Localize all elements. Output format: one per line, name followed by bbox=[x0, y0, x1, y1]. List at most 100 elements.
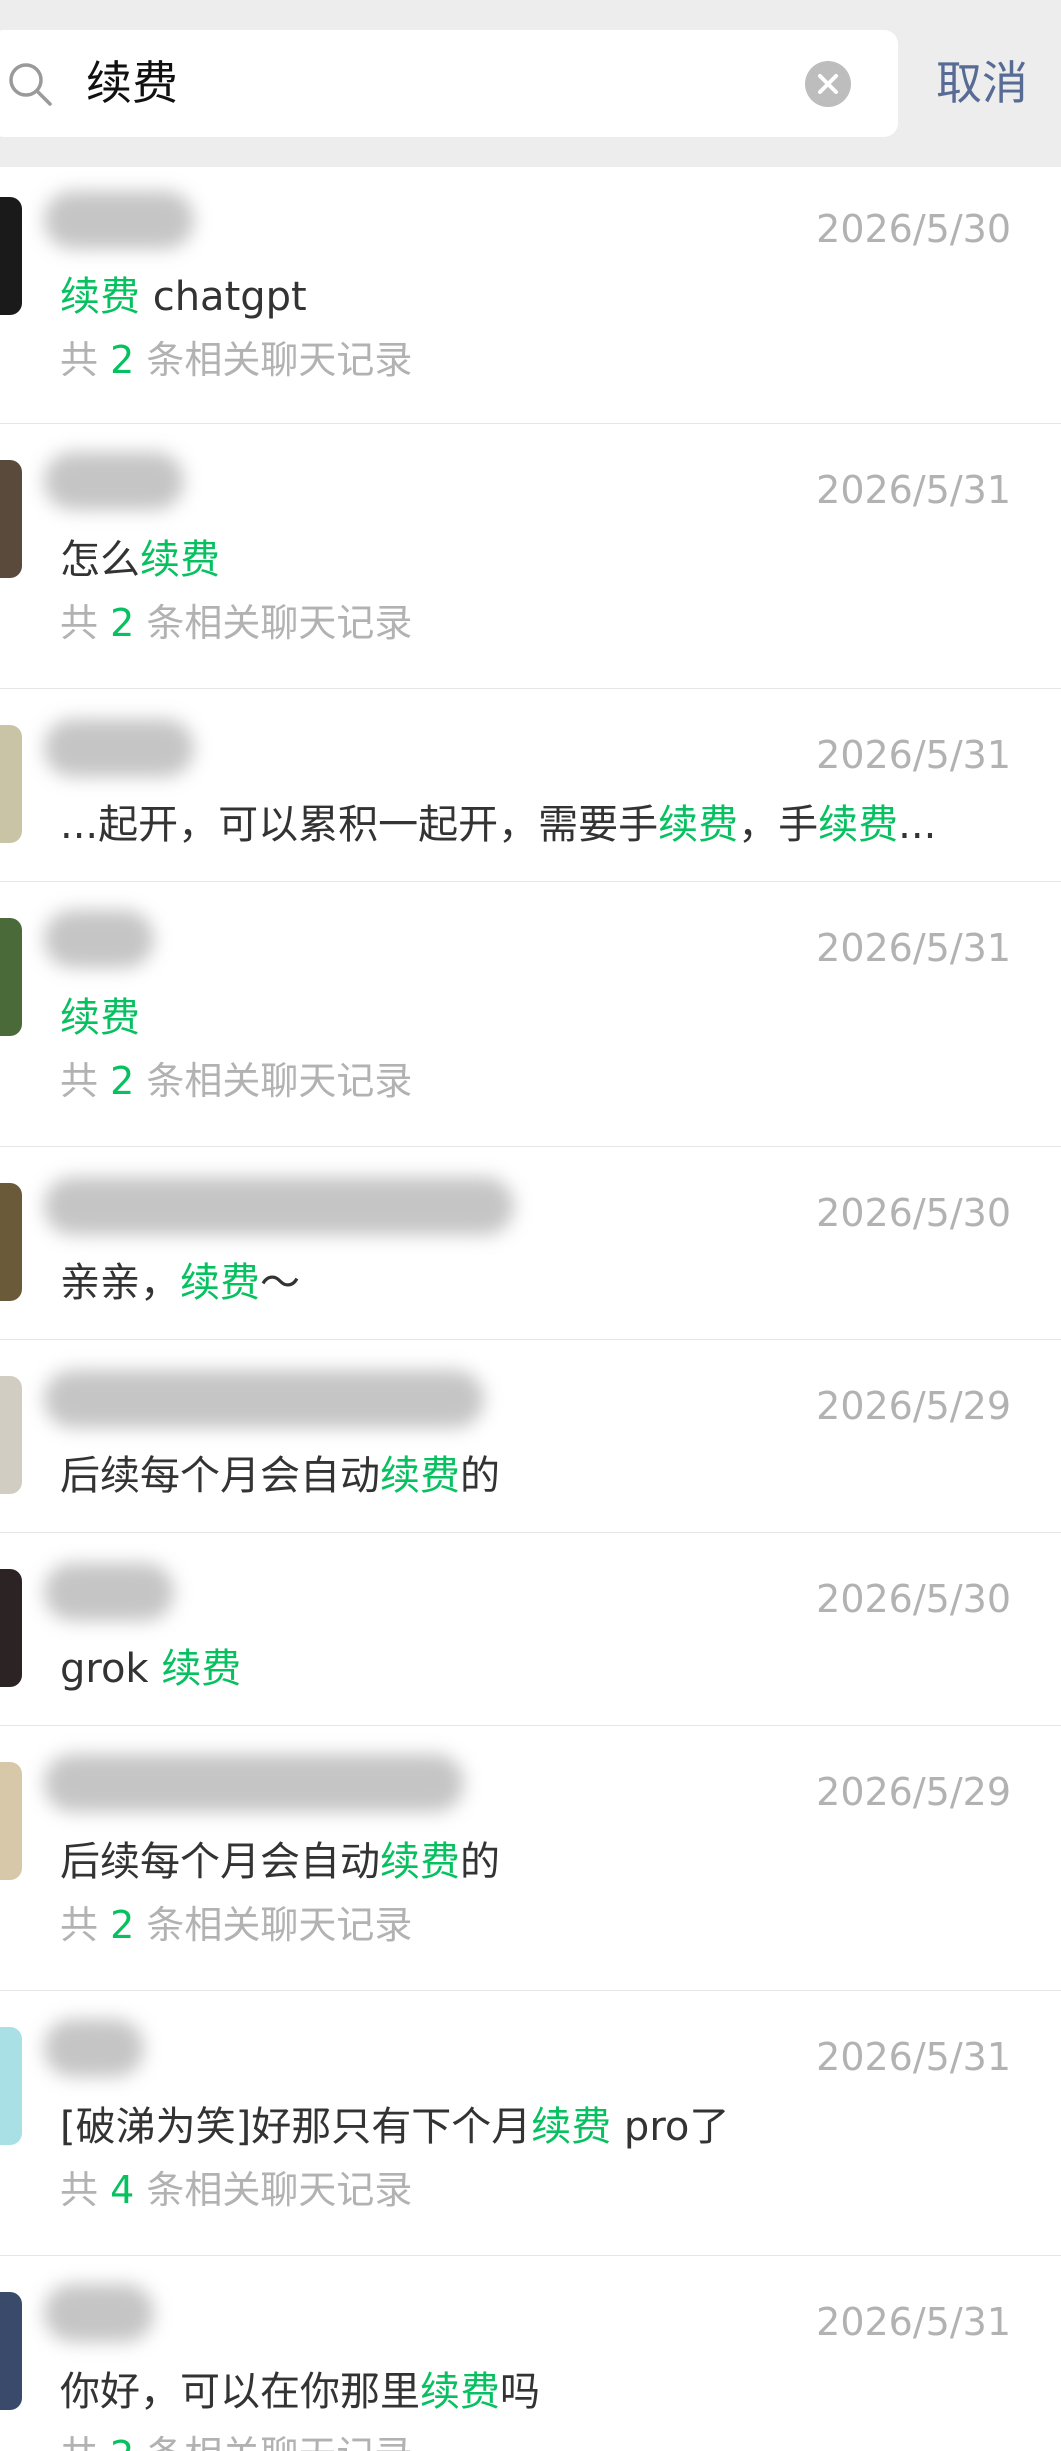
snippet-text: grok bbox=[60, 1646, 162, 1692]
count-suffix: 条相关聊天记录 bbox=[134, 1903, 413, 1947]
avatar bbox=[0, 1569, 22, 1687]
snippet-text: chatgpt bbox=[140, 274, 307, 320]
result-item[interactable]: 2026/5/29 后续每个月会自动续费的 共 2 条相关聊天记录 bbox=[0, 1726, 1061, 1991]
highlight-text: 续费 bbox=[60, 995, 140, 1041]
highlight-text: 续费 bbox=[140, 537, 220, 583]
contact-name-blurred bbox=[44, 1370, 484, 1428]
avatar bbox=[0, 725, 22, 843]
highlight-text: 续费 bbox=[60, 274, 140, 320]
message-snippet: 后续每个月会自动续费的 bbox=[60, 1836, 980, 1888]
message-snippet: 你好，可以在你那里续费吗 bbox=[60, 2366, 980, 2418]
highlight-text: 续费 bbox=[180, 1260, 260, 1306]
message-snippet: 亲亲，续费～ bbox=[60, 1257, 980, 1309]
count-suffix: 条相关聊天记录 bbox=[134, 1059, 413, 1103]
count-prefix: 共 bbox=[60, 338, 111, 382]
contact-name-blurred bbox=[44, 2284, 154, 2342]
result-date: 2026/5/29 bbox=[816, 1384, 1011, 1428]
result-item[interactable]: 2026/5/30 grok 续费 bbox=[0, 1533, 1061, 1726]
snippet-text: 你好，可以在你那里 bbox=[60, 2369, 420, 2415]
snippet-text: pro了 bbox=[611, 2104, 730, 2150]
record-count: 共 2 条相关聊天记录 bbox=[60, 335, 412, 385]
snippet-text: 吗 bbox=[500, 2369, 540, 2415]
result-item[interactable]: 2026/5/30 续费 chatgpt 共 2 条相关聊天记录 bbox=[0, 167, 1061, 424]
cancel-button[interactable]: 取消 bbox=[936, 52, 1028, 114]
record-count: 共 2 条相关聊天记录 bbox=[60, 1056, 412, 1106]
snippet-text: 的 bbox=[460, 1839, 500, 1885]
message-snippet: grok 续费 bbox=[60, 1643, 980, 1695]
snippet-text: ～ bbox=[260, 1260, 300, 1306]
message-snippet: 后续每个月会自动续费的 bbox=[60, 1450, 980, 1502]
count-number: 2 bbox=[110, 338, 135, 382]
result-date: 2026/5/31 bbox=[816, 926, 1011, 970]
result-date: 2026/5/30 bbox=[816, 1577, 1011, 1621]
count-suffix: 条相关聊天记录 bbox=[134, 2433, 412, 2451]
count-prefix: 共 bbox=[60, 601, 111, 645]
contact-name-blurred bbox=[44, 191, 194, 249]
result-date: 2026/5/31 bbox=[816, 2035, 1011, 2079]
contact-name-blurred bbox=[44, 910, 154, 968]
snippet-text: 后续每个月会自动 bbox=[60, 1453, 380, 1499]
record-count: 共 4 条相关聊天记录 bbox=[60, 2165, 412, 2215]
result-item[interactable]: 2026/5/31 [破涕为笑]好那只有下个月续费 pro了 共 4 条相关聊天… bbox=[0, 1991, 1061, 2256]
result-item[interactable]: 2026/5/30 亲亲，续费～ bbox=[0, 1147, 1061, 1340]
count-number: 2 bbox=[110, 1903, 135, 1947]
message-snippet: ...起开，可以累积一起开，需要手续费，手续费... bbox=[60, 799, 980, 851]
result-item[interactable]: 2026/5/31 怎么续费 共 2 条相关聊天记录 bbox=[0, 424, 1061, 689]
contact-name-blurred bbox=[44, 1563, 174, 1621]
record-count: 共 2 条相关聊天记录 bbox=[60, 598, 412, 648]
result-date: 2026/5/31 bbox=[816, 733, 1011, 777]
result-item[interactable]: 2026/5/31 ...起开，可以累积一起开，需要手续费，手续费... bbox=[0, 689, 1061, 882]
clear-icon[interactable] bbox=[804, 60, 852, 108]
search-icon bbox=[9, 63, 52, 106]
avatar bbox=[0, 1762, 22, 1880]
count-suffix: 条相关聊天记录 bbox=[134, 2168, 413, 2212]
avatar bbox=[0, 1183, 22, 1301]
message-snippet: [破涕为笑]好那只有下个月续费 pro了 bbox=[60, 2101, 980, 2153]
result-item[interactable]: 2026/5/31 你好，可以在你那里续费吗 共 2 条相关聊天记录 bbox=[0, 2256, 1061, 2451]
count-number: 4 bbox=[110, 2168, 135, 2212]
result-date: 2026/5/30 bbox=[816, 207, 1011, 251]
result-item[interactable]: 2026/5/29 后续每个月会自动续费的 bbox=[0, 1340, 1061, 1533]
snippet-text: ... bbox=[898, 802, 937, 848]
avatar bbox=[0, 197, 22, 315]
count-prefix: 共 bbox=[60, 2433, 110, 2451]
search-input[interactable]: 续费 bbox=[86, 52, 178, 114]
message-snippet: 续费 chatgpt bbox=[60, 271, 980, 323]
count-number: 2 bbox=[110, 1059, 135, 1103]
avatar bbox=[0, 918, 22, 1036]
snippet-text: 后续每个月会自动 bbox=[60, 1839, 380, 1885]
highlight-text: 续费 bbox=[531, 2104, 612, 2150]
snippet-text: 怎么 bbox=[60, 537, 140, 583]
avatar bbox=[0, 2027, 22, 2145]
highlight-text: 续费 bbox=[818, 802, 899, 848]
contact-name-blurred bbox=[44, 1754, 464, 1812]
snippet-text: 的 bbox=[460, 1453, 500, 1499]
result-date: 2026/5/31 bbox=[816, 468, 1011, 512]
highlight-text: 续费 bbox=[380, 1453, 460, 1499]
count-suffix: 条相关聊天记录 bbox=[134, 338, 413, 382]
search-box[interactable]: 续费 bbox=[0, 30, 898, 137]
result-item[interactable]: 2026/5/31 续费 共 2 条相关聊天记录 bbox=[0, 882, 1061, 1147]
count-number: 2 bbox=[110, 601, 135, 645]
contact-name-blurred bbox=[44, 719, 194, 777]
result-date: 2026/5/29 bbox=[816, 1770, 1011, 1814]
avatar bbox=[0, 1376, 22, 1494]
snippet-text: [破涕为笑]好那只有下个月 bbox=[60, 2104, 532, 2150]
record-count: 共 2 条相关聊天记录 bbox=[60, 2430, 412, 2451]
highlight-text: 续费 bbox=[420, 2369, 500, 2415]
count-prefix: 共 bbox=[60, 1903, 111, 1947]
snippet-text: ...起开，可以累积一起开，需要手 bbox=[60, 802, 659, 848]
snippet-text: ，手 bbox=[738, 802, 819, 848]
highlight-text: 续费 bbox=[380, 1839, 460, 1885]
highlight-text: 续费 bbox=[161, 1646, 242, 1692]
contact-name-blurred bbox=[44, 452, 184, 510]
result-date: 2026/5/31 bbox=[816, 2300, 1011, 2344]
search-bar: 续费 取消 bbox=[0, 0, 1061, 167]
highlight-text: 续费 bbox=[658, 802, 739, 848]
contact-name-blurred bbox=[44, 2019, 144, 2077]
message-snippet: 续费 bbox=[60, 992, 980, 1044]
avatar bbox=[0, 2292, 22, 2410]
avatar bbox=[0, 460, 22, 578]
count-suffix: 条相关聊天记录 bbox=[134, 601, 413, 645]
message-snippet: 怎么续费 bbox=[60, 534, 980, 586]
